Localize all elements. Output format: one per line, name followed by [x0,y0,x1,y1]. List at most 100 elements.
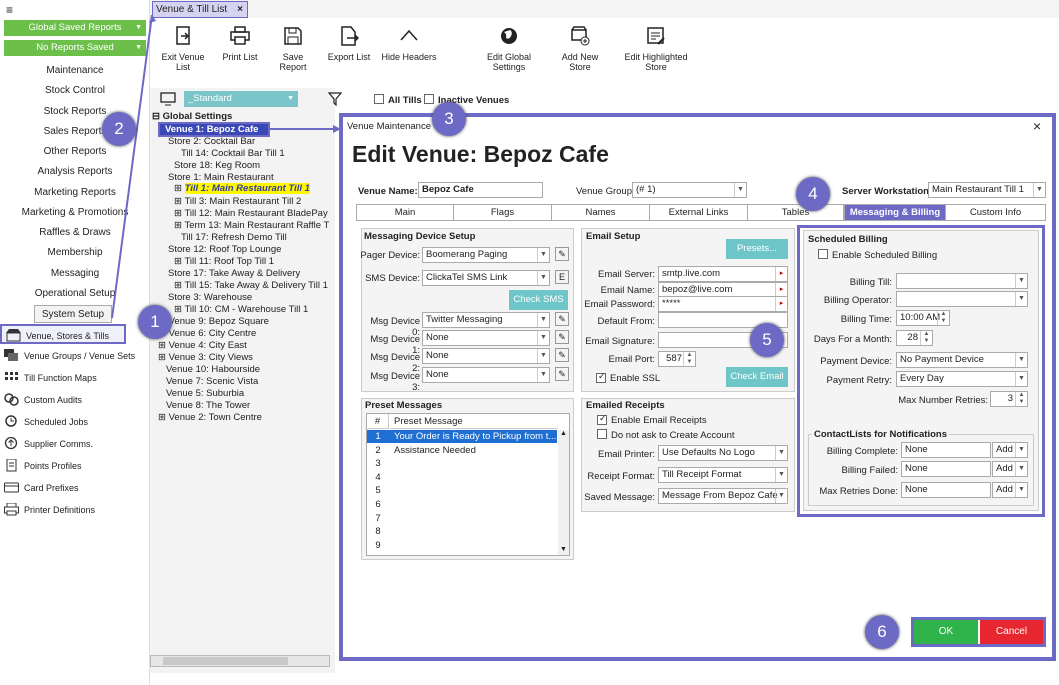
chevron-down-icon: ▼ [734,183,746,197]
sms-device-select[interactable]: ClickaTel SMS Link ▼ [422,270,550,286]
payment-retry-label: Payment Retry: [826,375,892,386]
email-server-input[interactable]: smtp.live.com ▸ [658,266,788,282]
callout-3: 3 [432,102,466,136]
billing-complete-add[interactable]: Add ▼ [992,442,1028,458]
billing-till-select[interactable]: ▼ [896,273,1028,289]
callout-2: 2 [102,112,136,146]
sms-e-button[interactable]: E [555,270,569,284]
billing-operator-label: Billing Operator: [823,295,892,306]
arrow-right-icon[interactable]: ▸ [775,283,787,297]
venue-group-label: Venue Group: [576,186,635,197]
table-row[interactable]: 2 Assistance Needed [367,444,557,457]
chevron-down-icon: ▼ [1015,292,1027,306]
msg-device-2-edit-icon[interactable]: ✎ [555,348,569,362]
chevron-down-icon: ▼ [1015,462,1027,476]
billing-failed-add[interactable]: Add ▼ [992,461,1028,477]
msg-device-0-edit-icon[interactable]: ✎ [555,312,569,326]
check-sms-button[interactable]: Check SMS [509,290,568,310]
table-row[interactable]: 6 [367,498,557,511]
chevron-down-icon: ▼ [537,313,549,327]
spinner-icon[interactable]: ▲ ▼ [937,311,949,325]
tab-tables[interactable]: Tables [747,204,844,221]
max-retries-done-select[interactable]: None [901,482,991,498]
venue-group-value: (# 1) [636,184,656,195]
scroll-up-icon[interactable]: ▲ [560,430,567,437]
row-message [389,540,394,551]
msg-device-0-select[interactable]: Twitter Messaging ▼ [422,312,550,328]
enable-ssl-box[interactable] [596,373,606,383]
ok-button[interactable]: OK [914,620,978,644]
venue-group-select[interactable]: (# 1) ▼ [632,182,747,198]
payment-retry-value: Every Day [900,373,944,384]
email-password-input[interactable]: ***** ▸ [658,296,788,312]
tab-names[interactable]: Names [551,204,650,221]
billing-complete-select[interactable]: None [901,442,991,458]
callout-4: 4 [796,177,830,211]
server-workstation-select[interactable]: Main Restaurant Till 1 ▼ [928,182,1046,198]
table-row[interactable]: 7 [367,512,557,525]
arrow-right-icon[interactable]: ▸ [775,267,787,281]
msg-device-value: None [426,332,449,343]
table-row[interactable]: 4 [367,471,557,484]
venue-name-input[interactable]: Bepoz Cafe [418,182,543,198]
max-retries-input[interactable]: 3 ▲ ▼ [990,391,1028,407]
msg-device-2-select[interactable]: None ▼ [422,348,550,364]
scroll-down-icon[interactable]: ▼ [560,546,567,553]
messaging-device-title: Messaging Device Setup [364,231,476,242]
row-num: 9 [375,539,381,551]
email-printer-select[interactable]: Use Defaults No Logo ▼ [658,445,788,461]
table-row[interactable]: 3 [367,457,557,470]
max-retries-done-add[interactable]: Add ▼ [992,482,1028,498]
row-message: Assistance Needed [394,444,476,456]
saved-message-select[interactable]: Message From Bepoz Cafe ▼ [658,488,788,504]
receipt-format-select[interactable]: Till Receipt Format ▼ [658,467,788,483]
billing-operator-select[interactable]: ▼ [896,291,1028,307]
receipt-format-value: Till Receipt Format [662,469,742,480]
enable-scheduled-billing-checkbox[interactable]: Enable Scheduled Billing [818,249,937,261]
billing-time-label: Billing Time: [840,314,892,325]
spinner-icon[interactable]: ▲ ▼ [1015,392,1027,406]
payment-device-select[interactable]: No Payment Device ▼ [896,352,1028,368]
msg-device-1-edit-icon[interactable]: ✎ [555,330,569,344]
msg-device-3-select[interactable]: None ▼ [422,367,550,383]
days-for-month-input[interactable]: 28 ▲ ▼ [896,330,933,346]
enable-email-receipts-box[interactable] [597,415,607,425]
no-ask-account-checkbox[interactable]: Do not ask to Create Account [597,429,735,441]
chevron-down-icon: ▼ [537,349,549,363]
enable-scheduled-billing-box[interactable] [818,249,828,259]
spinner-icon[interactable]: ▲ ▼ [920,331,932,345]
preset-scrollbar[interactable]: ▲ ▼ [558,430,569,555]
tab-messaging-billing[interactable]: Messaging & Billing [844,204,946,221]
payment-retry-select[interactable]: Every Day ▼ [896,371,1028,387]
billing-time-input[interactable]: 10:00 AM ▲ ▼ [896,310,950,326]
table-row[interactable]: 1 Your Order is Ready to Pickup from t... [367,430,557,443]
row-num: 4 [375,471,381,483]
tab-custom-info[interactable]: Custom Info [945,204,1046,221]
email-port-input[interactable]: 587 ▲ ▼ [658,351,696,367]
check-email-button[interactable]: Check Email [726,367,788,387]
table-row[interactable]: 8 [367,525,557,538]
tab-flags[interactable]: Flags [453,204,552,221]
presets-button[interactable]: Presets... [726,239,788,259]
spinner-icon[interactable]: ▲ ▼ [683,352,695,366]
table-row[interactable]: 5 [367,484,557,497]
table-row[interactable]: 9 [367,539,557,552]
pager-edit-icon[interactable]: ✎ [555,247,569,261]
scheduled-billing-title: Scheduled Billing [808,234,888,245]
email-setup-title: Email Setup [586,231,641,242]
enable-email-receipts-checkbox[interactable]: Enable Email Receipts [597,415,707,426]
billing-failed-select[interactable]: None [901,461,991,477]
no-ask-account-box[interactable] [597,429,607,439]
tab-main[interactable]: Main [356,204,454,221]
msg-device-3-edit-icon[interactable]: ✎ [555,367,569,381]
chevron-down-icon: ▼ [1015,443,1027,457]
dialog-close-icon[interactable]: × [1033,118,1041,134]
sms-device-value: ClickaTel SMS Link [426,272,508,283]
pager-device-select[interactable]: Boomerang Paging ▼ [422,247,550,263]
tab-external-links[interactable]: External Links [649,204,748,221]
saved-message-value: Message From Bepoz Cafe [662,490,778,501]
enable-ssl-checkbox[interactable]: Enable SSL [596,373,660,384]
msg-device-1-select[interactable]: None ▼ [422,330,550,346]
cancel-button[interactable]: Cancel [980,620,1043,644]
arrow-right-icon[interactable]: ▸ [775,297,787,311]
